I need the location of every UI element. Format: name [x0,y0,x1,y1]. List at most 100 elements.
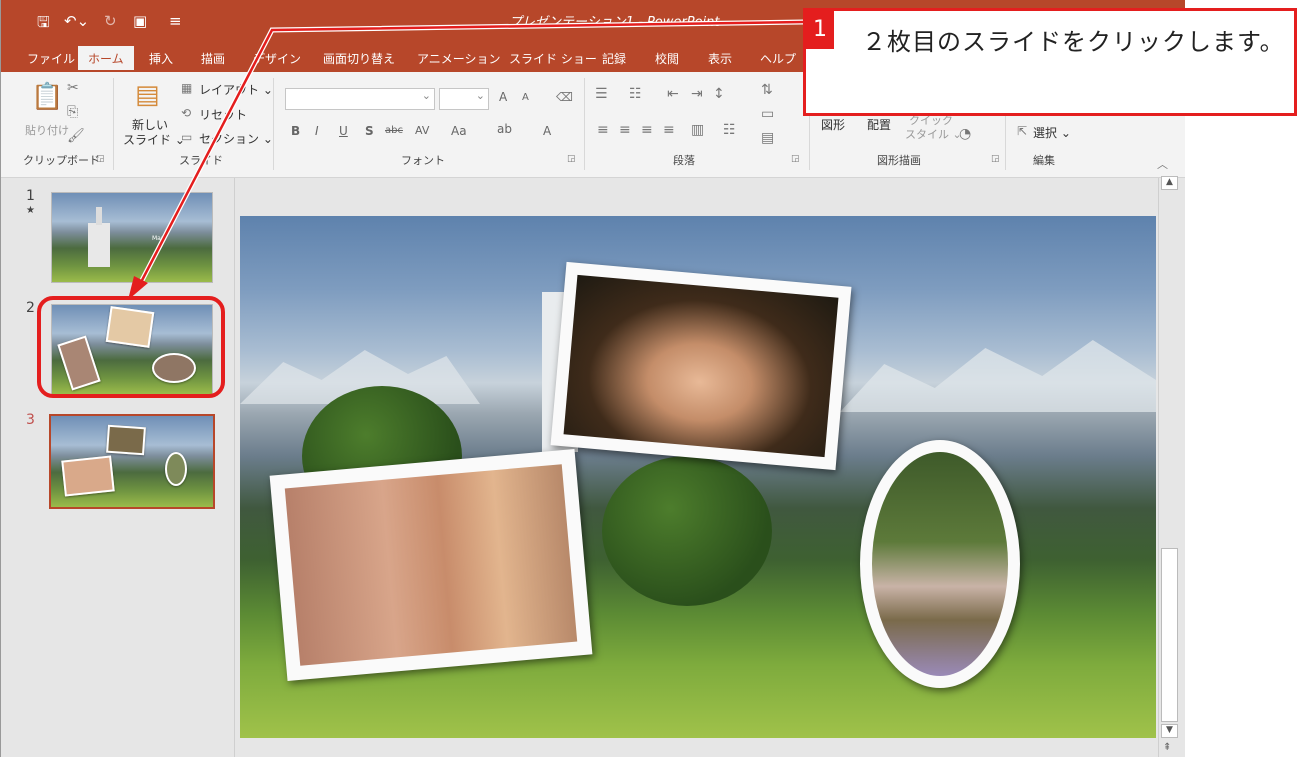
bold-button[interactable]: B [291,124,300,138]
text-direction-icon[interactable]: ⇅ [761,82,773,98]
highlight-color-button[interactable]: ab [497,122,512,136]
current-slide[interactable] [240,216,1156,738]
shrink-font-button[interactable]: A [522,92,529,103]
group-divider [584,78,585,170]
tab-home[interactable]: ホーム [78,46,134,72]
tab-insert[interactable]: 挿入 [149,50,173,67]
tab-design[interactable]: デザイン [253,50,301,67]
tab-view[interactable]: 表示 [708,50,732,67]
group-font: フォント [401,154,445,167]
copy-icon[interactable]: ⎘ [67,104,78,120]
justify-icon[interactable]: ≡ [663,122,675,138]
new-slide-icon[interactable]: ▤ [135,80,160,110]
format-painter-icon[interactable]: 🖌 [67,128,85,144]
italic-button[interactable]: I [315,124,319,138]
customize-qat-icon[interactable]: ≡ [169,12,182,30]
present-from-start-icon[interactable]: ▣ [133,12,147,30]
select-button[interactable]: 選択 ⌄ [1033,124,1071,141]
slide-thumbnail-pane: 1 ★ Mary 2 3 [1,178,235,757]
group-slides: スライド [179,154,223,167]
slide-number: 1 [26,188,35,204]
tab-file[interactable]: ファイル [27,50,75,67]
bullets-icon[interactable]: ☰ [595,86,608,102]
font-launcher-icon[interactable]: ◲ [567,154,576,164]
photo-grandfather-and-girl[interactable] [269,449,593,681]
align-center-icon[interactable]: ≡ [619,122,631,138]
columns-icon[interactable]: ▥ [691,122,704,138]
paste-button[interactable]: 貼り付け [25,122,69,138]
thumbnail-photo [61,455,115,497]
scroll-down-icon[interactable]: ▼ [1161,724,1178,738]
group-divider [273,78,274,170]
animation-star-icon: ★ [26,205,35,216]
shape-effects-icon[interactable]: ◔ [959,126,971,142]
increase-indent-icon[interactable]: ⇥ [691,86,703,102]
clear-formatting-icon[interactable]: ⌫ [556,90,573,104]
shapes-button[interactable]: 図形 [821,116,845,133]
photo-graduate[interactable] [550,261,852,471]
instruction-text: ２枚目のスライドをクリックします。 [862,28,1285,56]
photo-oval-girl-reading[interactable] [860,440,1020,688]
step-number: 1 [806,11,834,49]
paste-icon[interactable]: 📋 [31,82,63,112]
align-left-icon[interactable]: ≡ [597,122,609,138]
thumbnail-photo [106,424,146,456]
tab-review[interactable]: 校閲 [655,50,679,67]
slide-thumbnail-1[interactable]: Mary [51,192,213,283]
slide-thumbnail-3-selected[interactable] [49,414,215,509]
underline-button[interactable]: U [339,124,348,138]
decrease-indent-icon[interactable]: ⇤ [667,86,679,102]
drawing-launcher-icon[interactable]: ◲ [991,154,1000,164]
window-title: プレゼンテーション1 - PowerPoint [509,15,720,30]
section-button[interactable]: セクション ⌄ [199,130,273,147]
paragraph-launcher-icon[interactable]: ◲ [791,154,800,164]
tab-animations[interactable]: アニメーション [417,50,501,67]
font-color-button[interactable]: A [543,124,551,138]
convert-smartart-icon[interactable]: ▤ [761,130,774,146]
smartart-icon[interactable]: ☷ [723,122,736,138]
font-size-combo[interactable] [439,88,489,110]
strikethrough-button[interactable]: abc [385,125,403,136]
layout-button[interactable]: レイアウト ⌄ [199,81,273,98]
thumbnail-caption: Mary [152,235,167,242]
thumbnail-photo [165,452,187,486]
group-clipboard: クリップボード [23,154,100,167]
slide-number: 3 [26,412,35,428]
quick-styles-dropdown[interactable]: スタイル ⌄ [905,126,962,142]
char-spacing-button[interactable]: AV [415,124,429,137]
undo-icon[interactable]: ↶⌄ [64,12,89,30]
tree-shape [602,456,772,606]
numbering-icon[interactable]: ☷ [629,86,642,102]
tab-help[interactable]: ヘルプ [760,50,796,67]
line-spacing-icon[interactable]: ↕ [713,86,725,102]
align-text-icon[interactable]: ▭ [761,106,774,122]
powerpoint-window: 🖫 ↶⌄ ↻ ▣ ≡ プレゼンテーション1 - PowerPoint ファイル … [0,0,1297,757]
previous-slide-icon[interactable]: ⇞ [1163,742,1171,753]
section-icon: ▭ [181,130,193,144]
select-icon: ⇱ [1017,124,1028,138]
highlight-box-slide-2 [37,296,225,398]
clipboard-launcher-icon[interactable]: ◲ [96,154,105,164]
font-name-combo[interactable] [285,88,435,110]
save-icon[interactable]: 🖫 [37,12,50,37]
group-paragraph: 段落 [673,154,695,167]
new-slide-dropdown[interactable]: スライド ⌄ [123,131,185,148]
scroll-up-icon[interactable]: ▲ [1161,176,1178,190]
church-shape [88,223,110,267]
redo-icon[interactable]: ↻ [104,12,117,30]
align-right-icon[interactable]: ≡ [641,122,653,138]
tab-record[interactable]: 記録 [602,50,626,67]
tab-transitions[interactable]: 画面切り替え [323,50,395,67]
tab-slideshow[interactable]: スライド ショー [509,50,597,67]
group-divider [113,78,114,170]
shadow-button[interactable]: S [365,124,374,138]
reset-button[interactable]: リセット [199,106,247,123]
arrange-button[interactable]: 配置 [867,116,891,133]
slide-number: 2 [26,300,35,316]
change-case-button[interactable]: Aa [451,124,467,138]
scrollbar-thumb[interactable] [1161,548,1178,722]
cut-icon[interactable]: ✂ [67,80,79,96]
grow-font-button[interactable]: A [499,90,507,104]
tab-draw[interactable]: 描画 [201,50,225,67]
collapse-ribbon-icon[interactable]: ︿ [1157,156,1168,172]
